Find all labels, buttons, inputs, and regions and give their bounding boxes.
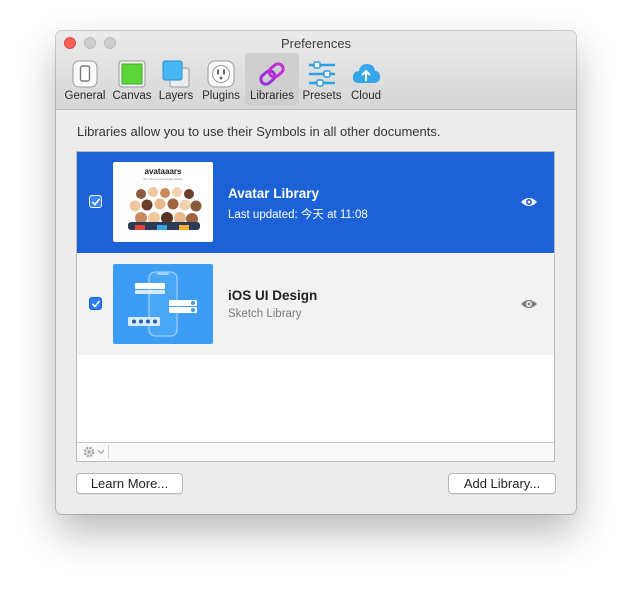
phone-icon <box>72 60 98 88</box>
library-thumbnail <box>113 264 213 344</box>
toolbar-label: General <box>64 90 106 102</box>
layers-icon <box>162 60 190 88</box>
action-menu-button[interactable] <box>82 445 109 459</box>
eye-icon[interactable] <box>520 297 538 311</box>
toolbar-label: Canvas <box>112 90 152 102</box>
checkmark-icon <box>91 198 101 206</box>
toolbar-plugins[interactable]: Plugins <box>198 53 244 105</box>
window-title: Preferences <box>280 36 352 51</box>
toolbar-layers[interactable]: Layers <box>155 53 197 105</box>
toolbar-label: Plugins <box>202 90 240 102</box>
library-name: iOS UI Design <box>228 288 318 303</box>
toolbar-libraries[interactable]: Libraries <box>245 53 299 105</box>
list-item[interactable]: avataaars the open-source avatar library… <box>77 152 554 253</box>
toolbar-general[interactable]: General <box>61 53 109 105</box>
sliders-icon <box>309 61 335 87</box>
toolbar-label: Layers <box>158 90 194 102</box>
learn-more-button[interactable]: Learn More... <box>76 473 183 494</box>
library-thumbnail: avataaars the open-source avatar library <box>113 162 213 242</box>
library-name: Avatar Library <box>228 186 320 201</box>
toolbar-presets[interactable]: Presets <box>300 53 344 105</box>
gear-icon <box>83 446 105 458</box>
library-subtitle: Sketch Library <box>228 308 302 320</box>
libraries-description: Libraries allow you to use their Symbols… <box>77 124 441 139</box>
list-bottom-bar <box>77 442 554 461</box>
add-library-button[interactable]: Add Library... <box>448 473 556 494</box>
canvas-icon <box>118 60 146 88</box>
cloud-upload-icon <box>352 64 380 83</box>
avatars-illustration <box>128 187 202 230</box>
list-item[interactable]: iOS UI Design Sketch Library <box>77 254 554 355</box>
toolbar-label: Libraries <box>249 90 295 102</box>
toolbar-canvas[interactable]: Canvas <box>110 53 154 105</box>
toolbar-cloud[interactable]: Cloud <box>345 53 387 105</box>
checkmark-icon <box>91 300 101 308</box>
library-subtitle: Last updated: 今天 at 11:08 <box>228 209 368 221</box>
libraries-list: avataaars the open-source avatar library… <box>76 151 555 462</box>
ios-ui-illustration <box>128 271 197 337</box>
plug-icon <box>207 60 235 88</box>
eye-icon[interactable] <box>520 195 538 209</box>
toolbar-label: Cloud <box>350 90 382 102</box>
title-bar: Preferences General Canvas Layers Plugin… <box>56 31 576 110</box>
enable-checkbox[interactable] <box>89 195 102 208</box>
enable-checkbox[interactable] <box>89 297 102 310</box>
link-icon <box>259 62 285 86</box>
preferences-window: Preferences General Canvas Layers Plugin… <box>56 31 576 514</box>
toolbar-label: Presets <box>302 90 342 102</box>
